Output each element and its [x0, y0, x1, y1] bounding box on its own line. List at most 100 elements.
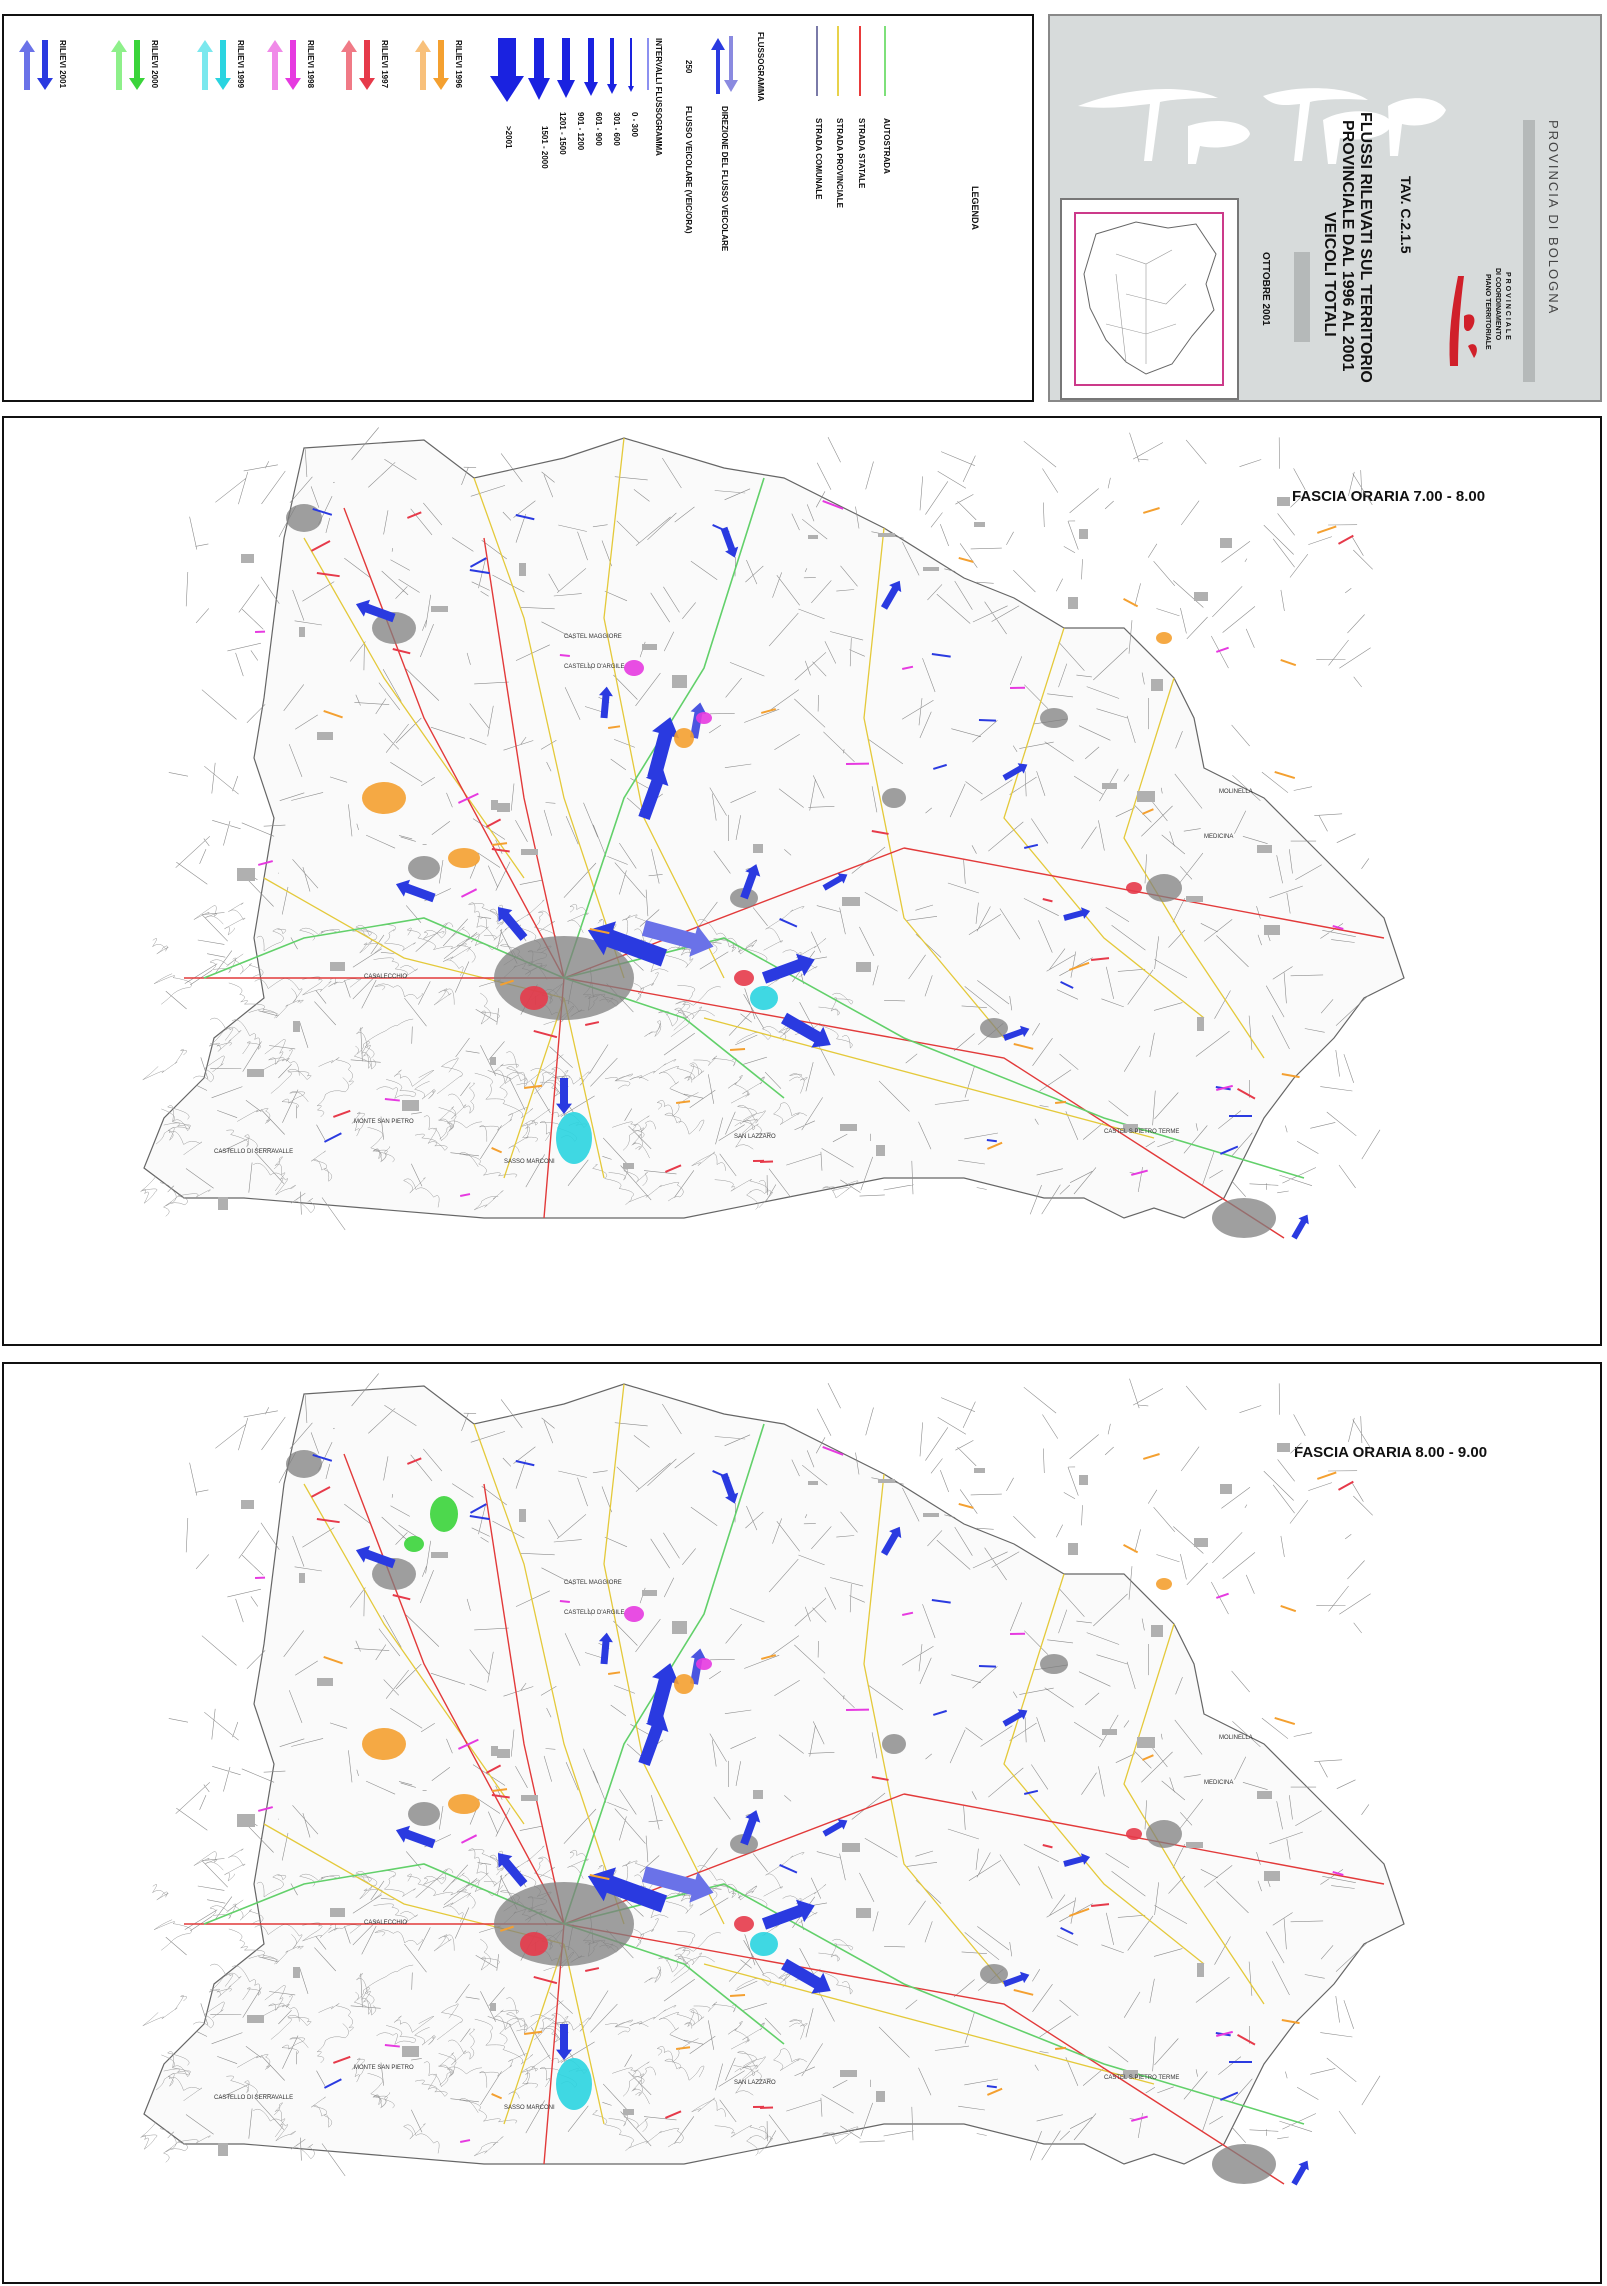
urban-area: [402, 1100, 419, 1111]
flow-label-mark: [1317, 1471, 1337, 1480]
town-label: MEDICINA: [1204, 1780, 1233, 1786]
town-label: CASTELLO D'ARGILE: [564, 1610, 625, 1616]
urban-area: [1146, 874, 1182, 902]
survey-point-marker: [1126, 1828, 1142, 1840]
date-bar: [1294, 252, 1310, 342]
urban-area: [1197, 1963, 1204, 1977]
urban-area: [490, 2003, 496, 2011]
urban-area: [317, 732, 333, 740]
flow-label-mark: [1229, 2061, 1252, 2063]
survey-point-marker: [1126, 882, 1142, 894]
map-panel-7-8: FASCIA ORARIA 7.00 - 8.00 CASTEL MAGGIOR…: [2, 416, 1602, 1346]
survey-point-marker: [362, 1728, 406, 1760]
urban-area: [293, 1967, 300, 1978]
urban-area: [840, 1124, 857, 1131]
urban-area: [519, 1509, 526, 1522]
survey-point-marker: [624, 660, 644, 676]
urban-area: [1257, 845, 1272, 853]
survey-point-marker: [696, 712, 712, 724]
urban-area: [1194, 1538, 1208, 1547]
urban-area: [856, 962, 871, 972]
road-type-label: STRADA PROVINCIALE: [835, 118, 844, 208]
urban-area: [1197, 1017, 1204, 1031]
urban-area: [753, 844, 763, 853]
town-label: CASTELLO DI SERRAVALLE: [214, 2095, 293, 2101]
road-type-label: AUTOSTRADA: [882, 118, 891, 174]
urban-area: [402, 2046, 419, 2057]
date-label: OTTOBRE 2001: [1260, 252, 1271, 326]
interval-label: 0 - 300: [630, 112, 639, 137]
ptcp-line3: PROVINCIALE: [1504, 272, 1511, 342]
flussogramma-arrow-icon: [710, 36, 740, 99]
urban-area: [241, 1500, 254, 1509]
urban-area: [1186, 1842, 1203, 1848]
urban-area: [521, 849, 538, 855]
urban-area: [842, 897, 860, 906]
urban-area: [237, 1814, 255, 1827]
survey-point-marker: [750, 1932, 778, 1956]
interval-label: 601 - 900: [594, 112, 603, 146]
title-line3: VEICOLI TOTALI: [1321, 212, 1338, 337]
map-panel-8-9: FASCIA ORARIA 8.00 - 9.00 CASTEL MAGGIOR…: [2, 1362, 1602, 2284]
urban-area: [1137, 1737, 1155, 1748]
urban-area: [876, 1145, 885, 1156]
urban-area: [753, 1790, 763, 1799]
flow-label-mark: [1229, 1115, 1252, 1117]
urban-area: [491, 800, 498, 810]
road-network-map[interactable]: CASTEL MAGGIORE CASTELLO D'ARGILE MOLINELL…: [4, 418, 1600, 1344]
flussogramma-label: FLUSSOGRAMMA: [756, 32, 765, 102]
urban-area: [923, 567, 939, 571]
survey-point-marker: [750, 986, 778, 1010]
rilievi-label: RILIEVI 1998: [306, 40, 315, 89]
urban-area: [1068, 597, 1078, 609]
urban-area: [623, 1163, 634, 1169]
urban-area: [1264, 925, 1280, 935]
province-outline-icon: [1083, 221, 1217, 375]
flow-label-mark: [846, 762, 870, 765]
road-network-map[interactable]: CASTEL MAGGIORE CASTELLO D'ARGILE MOLINELL…: [4, 1364, 1600, 2282]
flow-label-mark: [1280, 1605, 1297, 1613]
rilievi-label: RILIEVI 2001: [58, 40, 67, 89]
road-swatch-1: [859, 26, 861, 96]
urban-area: [286, 504, 322, 532]
flow-label-mark: [255, 630, 266, 633]
urban-area: [1257, 1791, 1272, 1799]
urban-area: [1186, 896, 1203, 902]
rilievi-arrow-icon: [414, 40, 454, 97]
urban-area: [330, 1908, 345, 1917]
urban-area: [330, 962, 345, 971]
urban-area: [519, 563, 526, 576]
town-label: CASTEL MAGGIORE: [564, 1580, 622, 1586]
urban-area: [299, 1573, 305, 1583]
urban-area: [1151, 1625, 1163, 1637]
urban-area: [497, 1749, 510, 1758]
survey-point-marker: [556, 1112, 592, 1164]
urban-area: [237, 868, 255, 881]
urban-area: [672, 675, 687, 688]
survey-point-marker: [674, 728, 694, 748]
urban-area: [1194, 592, 1208, 601]
town-label: SASSO MARCONI: [504, 1159, 555, 1165]
ptcp-line2: DI COORDINAMENTO: [1494, 268, 1501, 341]
intervalli-title: INTERVALLI FLUSSOGRAMMA: [654, 38, 663, 156]
title-line1: FLUSSI RILEVATI SUL TERRITORIO: [1357, 112, 1374, 383]
survey-point-marker: [448, 848, 480, 868]
urban-area: [490, 1057, 496, 1065]
urban-area: [521, 1795, 538, 1801]
urban-area: [431, 1552, 448, 1558]
flow-label-mark: [958, 1502, 974, 1509]
town-label: MONTE SAN PIETRO: [354, 2065, 414, 2071]
survey-point-marker: [1156, 632, 1172, 644]
urban-area: [1079, 529, 1088, 539]
survey-point-marker: [696, 1658, 712, 1670]
urban-area: [1212, 1198, 1276, 1238]
urban-area: [1040, 708, 1068, 728]
survey-point-marker: [624, 1606, 644, 1622]
town-label: SAN LAZZARO: [734, 1134, 776, 1140]
survey-point-marker: [556, 2058, 592, 2110]
town-label: MOLINELLA: [1219, 1735, 1253, 1741]
urban-area: [856, 1908, 871, 1918]
survey-point-marker: [1156, 1578, 1172, 1590]
rilievi-label: RILIEVI 1997: [380, 40, 389, 89]
flow-label-mark: [1274, 1717, 1296, 1726]
